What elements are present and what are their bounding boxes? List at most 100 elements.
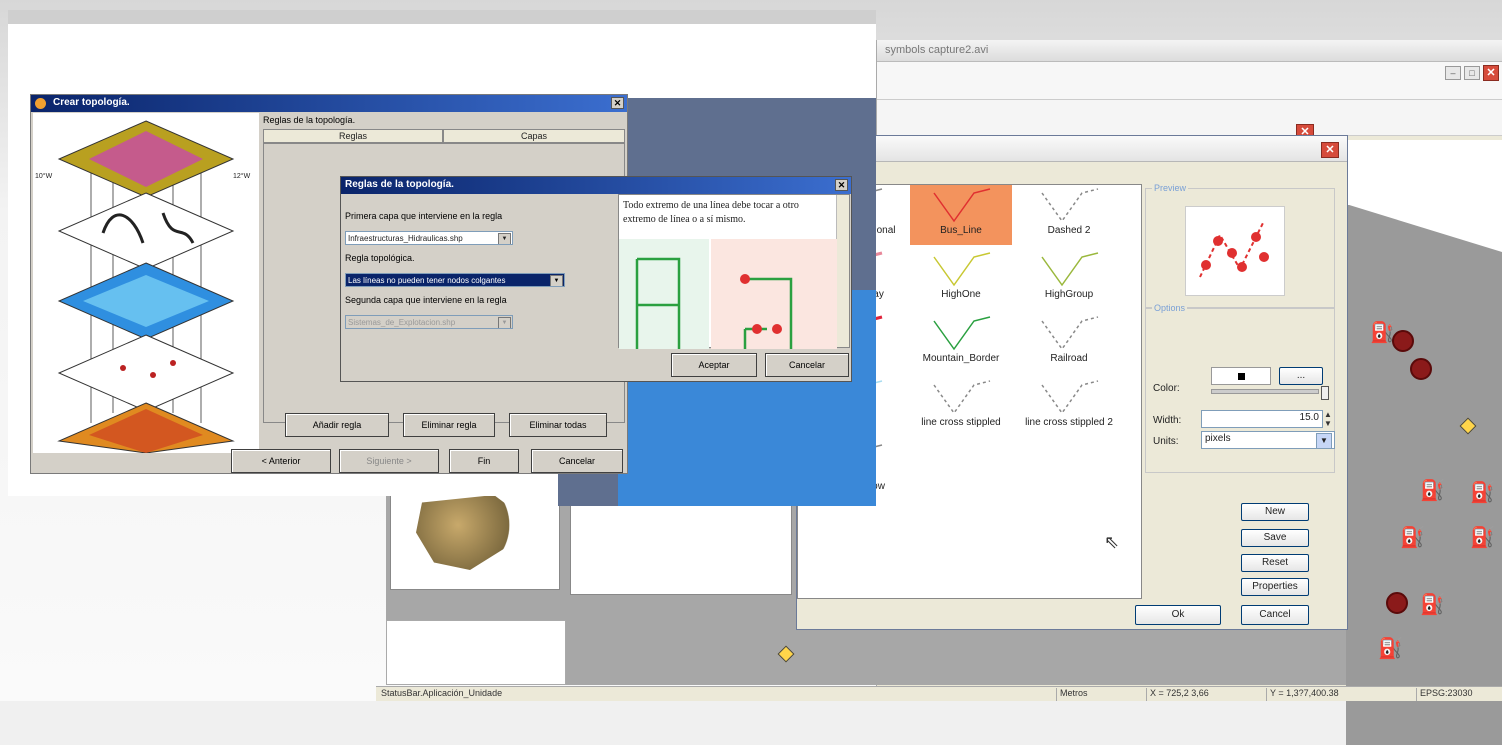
layers-graphic — [57, 120, 235, 454]
crear-topologia-close-icon[interactable]: ✕ — [611, 97, 624, 109]
oil-well-icon: ⛽ — [1470, 482, 1495, 504]
preview-label: Preview — [1152, 183, 1189, 193]
first-layer-select[interactable]: Infraestructuras_Hidraulicas.shp ▼ — [345, 231, 513, 245]
topology-layers-illustration: 10°W 12°W — [33, 113, 259, 454]
red-marker-icon — [1386, 592, 1408, 614]
units-value: pixels — [1205, 433, 1231, 444]
symbol-label: Dashed 2 — [1047, 225, 1091, 236]
second-layer-select[interactable]: Sistemas_de_Explotacion.shp ▼ — [345, 315, 513, 329]
rule-label: Regla topológica. — [345, 253, 415, 263]
symbol-item[interactable]: Bus_Line — [910, 185, 1012, 245]
app-title-bar: symbols capture2.avi — [877, 40, 1502, 62]
status-epsg: EPSG:23030 — [1416, 688, 1502, 701]
alpha-slider-thumb[interactable] — [1321, 386, 1329, 400]
next-button[interactable]: Siguiente > — [339, 449, 439, 473]
symbol-selector-dialog: ✕ Boundary_NationalBus_LineDashed 2Free … — [796, 135, 1348, 630]
coord-label-right: 12°W — [233, 173, 251, 180]
cancel-button[interactable]: Cancel — [1241, 605, 1309, 625]
second-layer-label: Segunda capa que interviene en la regla — [345, 295, 507, 305]
width-label: Width: — [1153, 415, 1182, 426]
units-select[interactable]: pixels ▼ — [1201, 431, 1335, 449]
width-input[interactable]: 15.0 — [1201, 410, 1323, 428]
remove-all-rules-button[interactable]: Eliminar todas — [509, 413, 607, 437]
first-layer-label: Primera capa que interviene en la regla — [345, 211, 503, 221]
red-marker-icon — [1392, 330, 1414, 352]
rules-dialog-title-bar: Reglas de la topología. — [341, 177, 851, 194]
chevron-down-icon[interactable]: ▼ — [498, 317, 511, 328]
color-swatch[interactable] — [1211, 367, 1271, 385]
status-units: Metros — [1056, 688, 1150, 701]
color-swatch-fill — [1238, 373, 1245, 380]
properties-button[interactable]: Properties — [1241, 578, 1309, 596]
app-menubar — [877, 62, 1502, 100]
layers-column-header[interactable]: Capas — [443, 129, 625, 143]
red-marker-icon — [1410, 358, 1432, 380]
symbol-label: line cross stippled 2 — [1025, 417, 1113, 428]
reset-button[interactable]: Reset — [1241, 554, 1309, 572]
chevron-down-icon[interactable]: ▼ — [1316, 433, 1332, 449]
status-x: X = 725,2 3,66 — [1146, 688, 1270, 701]
crear-topologia-title: Crear topología. — [53, 97, 130, 108]
symbol-line-icon — [933, 316, 991, 351]
rules-column-header[interactable]: Reglas — [263, 129, 443, 143]
symbol-line-icon — [933, 188, 991, 223]
rule-value: Las líneas no pueden tener nodos colgant… — [348, 276, 506, 285]
save-button[interactable]: Save — [1241, 529, 1309, 547]
symbol-dialog-title-bar — [797, 136, 1347, 162]
color-label: Color: — [1153, 383, 1180, 394]
options-label: Options — [1152, 303, 1188, 313]
symbol-item[interactable]: line cross stippled — [910, 377, 1012, 437]
symbol-label: Mountain_Border — [922, 353, 1000, 364]
symbol-item[interactable]: Dashed 2 — [1018, 185, 1120, 245]
remove-rule-button[interactable]: Eliminar regla — [403, 413, 495, 437]
back-button[interactable]: < Anterior — [231, 449, 331, 473]
rules-title-label: Reglas de la topología. — [263, 115, 356, 125]
ok-button[interactable]: Ok — [1135, 605, 1221, 625]
maximize-icon[interactable]: □ — [1464, 66, 1480, 80]
app-close-icon[interactable]: ✕ — [1483, 65, 1499, 81]
cancel-topology-button[interactable]: Cancelar — [531, 449, 623, 473]
status-bar: StatusBar.Aplicación_Unidade Metros X = … — [376, 686, 1502, 701]
map-canvas[interactable] — [1346, 205, 1502, 745]
symbol-line-icon — [1041, 316, 1099, 351]
preview-graphic — [1199, 220, 1269, 278]
symbol-label: HighGroup — [1044, 289, 1094, 300]
description-scrollbar[interactable] — [836, 195, 849, 347]
color-picker-button[interactable]: ... — [1279, 367, 1323, 385]
oil-well-icon: ⛽ — [1420, 480, 1445, 502]
symbol-preview — [1185, 206, 1285, 296]
alpha-slider[interactable] — [1211, 389, 1319, 394]
coord-label-left: 10°W — [35, 173, 53, 180]
rule-illustration — [619, 239, 837, 349]
legend-panel — [386, 620, 566, 685]
oil-well-icon: ⛽ — [1470, 527, 1495, 549]
chevron-down-icon[interactable]: ▼ — [498, 233, 511, 244]
crear-topologia-title-bar: Crear topología. — [31, 95, 627, 112]
oil-well-icon: ⛽ — [1420, 594, 1445, 616]
symbol-dialog-close-icon[interactable]: ✕ — [1321, 142, 1339, 158]
rule-select[interactable]: Las líneas no pueden tener nodos colgant… — [345, 273, 565, 287]
symbol-item[interactable]: HighOne — [910, 249, 1012, 309]
view-panel — [570, 495, 792, 595]
symbol-label: Bus_Line — [940, 225, 982, 236]
width-spinner-icon[interactable]: ▲ ▼ — [1323, 410, 1333, 428]
accept-button[interactable]: Aceptar — [671, 353, 757, 377]
app-icon — [35, 98, 46, 109]
symbol-item[interactable]: Railroad — [1018, 313, 1120, 373]
symbol-item[interactable]: HighGroup — [1018, 249, 1120, 309]
symbol-item[interactable]: line cross stippled 2 — [1018, 377, 1120, 437]
new-button[interactable]: New — [1241, 503, 1309, 521]
status-text: StatusBar.Aplicación_Unidade — [381, 688, 503, 698]
cancel-rules-button[interactable]: Cancelar — [765, 353, 849, 377]
add-rule-button[interactable]: Añadir regla — [285, 413, 389, 437]
symbol-line-icon — [933, 380, 991, 415]
app-title: symbols capture2.avi — [885, 44, 989, 56]
rules-dialog-close-icon[interactable]: ✕ — [835, 179, 848, 191]
finish-button[interactable]: Fin — [449, 449, 519, 473]
oil-well-icon: ⛽ — [1378, 638, 1403, 660]
minimize-icon[interactable]: – — [1445, 66, 1461, 80]
topology-top-strip — [8, 10, 876, 24]
symbol-item[interactable]: Mountain_Border — [910, 313, 1012, 373]
symbol-line-icon — [1041, 188, 1099, 223]
chevron-down-icon[interactable]: ▼ — [550, 275, 563, 286]
